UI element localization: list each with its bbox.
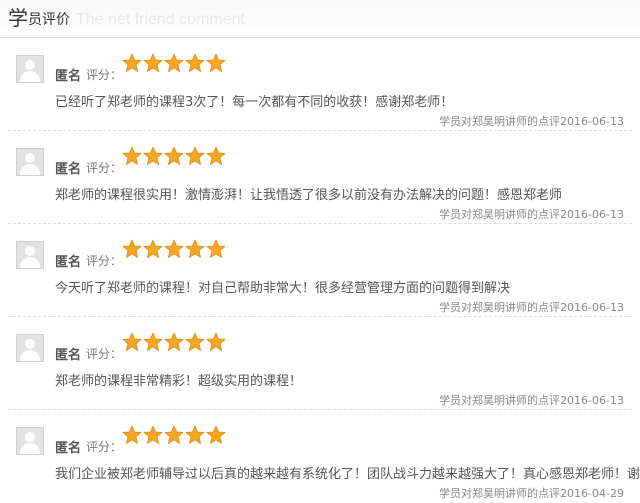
review-item: 匿名 评分： 今天听了郑老师的课程！对自己帮助非常大！很多经营管理方面的问题得到…	[8, 224, 632, 317]
review-meta: 学员对郑昊明讲师的点评2016-06-13	[439, 206, 624, 222]
review-text: 郑老师的课程非常精彩！超级实用的课程！	[55, 374, 303, 389]
reviewer-name: 匿名	[55, 348, 82, 363]
review-text: 郑老师的课程很实用！激情澎湃！让我悟透了很多以前没有办法解决的问题！感恩郑老师	[55, 188, 563, 203]
star-rating	[122, 53, 227, 77]
score-label: 评分：	[86, 440, 123, 454]
score-label: 评分：	[86, 68, 123, 82]
star-icon	[185, 53, 205, 73]
review-date: 2016-06-13	[560, 301, 624, 314]
star-icon	[164, 146, 184, 166]
reviewer-name: 匿名	[55, 162, 82, 177]
star-icon	[143, 425, 163, 445]
star-icon	[164, 53, 184, 73]
review-list: 匿名 评分： 已经听了郑老师的课程3次了！每一次都有不同的收获！感谢郑老师！ 学…	[0, 38, 640, 502]
section-title: 员评价	[28, 12, 70, 28]
review-text: 我们企业被郑老师辅导过以后真的越来越有系统化了！团队战斗力越来越强大了！真心感恩…	[55, 467, 640, 482]
review-date: 2016-06-13	[560, 208, 624, 221]
star-icon	[122, 239, 142, 259]
review-meta: 学员对郑昊明讲师的点评2016-06-13	[439, 113, 624, 129]
review-date: 2016-04-29	[560, 487, 624, 500]
avatar	[16, 148, 44, 176]
star-icon	[185, 239, 205, 259]
star-icon	[122, 425, 142, 445]
reviewer-name: 匿名	[55, 441, 82, 456]
score-label: 评分：	[86, 161, 123, 175]
review-target: 学员对郑昊明讲师的点评	[439, 208, 561, 221]
review-meta: 学员对郑昊明讲师的点评2016-04-29	[439, 485, 624, 501]
reviewer-name: 匿名	[55, 69, 82, 84]
section-header: 学员评价 The net friend comment	[0, 0, 640, 38]
star-rating	[122, 425, 227, 449]
star-icon	[206, 239, 226, 259]
avatar	[16, 334, 44, 362]
review-date: 2016-06-13	[560, 115, 624, 128]
star-icon	[143, 239, 163, 259]
star-icon	[122, 53, 142, 73]
review-meta: 学员对郑昊明讲师的点评2016-06-13	[439, 392, 624, 408]
score-label: 评分：	[86, 254, 123, 268]
star-icon	[185, 146, 205, 166]
review-target: 学员对郑昊明讲师的点评	[439, 487, 561, 500]
review-date: 2016-06-13	[560, 394, 624, 407]
reviewer-name: 匿名	[55, 255, 82, 270]
review-target: 学员对郑昊明讲师的点评	[439, 115, 561, 128]
star-icon	[164, 425, 184, 445]
review-target: 学员对郑昊明讲师的点评	[439, 394, 561, 407]
section-subtitle-en: The net friend comment	[76, 11, 245, 28]
star-icon	[206, 425, 226, 445]
star-icon	[122, 332, 142, 352]
star-rating	[122, 332, 227, 356]
review-meta: 学员对郑昊明讲师的点评2016-06-13	[439, 299, 624, 315]
star-icon	[206, 146, 226, 166]
star-rating	[122, 146, 227, 170]
review-target: 学员对郑昊明讲师的点评	[439, 301, 561, 314]
review-item: 匿名 评分： 我们企业被郑老师辅导过以后真的越来越有系统化了！团队战斗力越来越强…	[8, 410, 640, 502]
star-icon	[143, 146, 163, 166]
star-icon	[185, 332, 205, 352]
star-icon	[206, 332, 226, 352]
star-icon	[185, 425, 205, 445]
avatar	[16, 241, 44, 269]
score-label: 评分：	[86, 347, 123, 361]
star-icon	[164, 332, 184, 352]
star-rating	[122, 239, 227, 263]
star-icon	[122, 146, 142, 166]
review-item: 匿名 评分： 郑老师的课程很实用！激情澎湃！让我悟透了很多以前没有办法解决的问题…	[8, 131, 632, 224]
review-text: 已经听了郑老师的课程3次了！每一次都有不同的收获！感谢郑老师！	[55, 95, 454, 110]
star-icon	[143, 332, 163, 352]
review-item: 匿名 评分： 已经听了郑老师的课程3次了！每一次都有不同的收获！感谢郑老师！ 学…	[8, 38, 632, 131]
review-text: 今天听了郑老师的课程！对自己帮助非常大！很多经营管理方面的问题得到解决	[55, 281, 511, 296]
star-icon	[143, 53, 163, 73]
section-title-big-char: 学	[8, 6, 28, 30]
star-icon	[164, 239, 184, 259]
avatar	[16, 427, 44, 455]
star-icon	[206, 53, 226, 73]
review-item: 匿名 评分： 郑老师的课程非常精彩！超级实用的课程！ 学员对郑昊明讲师的点评20…	[8, 317, 632, 410]
avatar	[16, 55, 44, 83]
